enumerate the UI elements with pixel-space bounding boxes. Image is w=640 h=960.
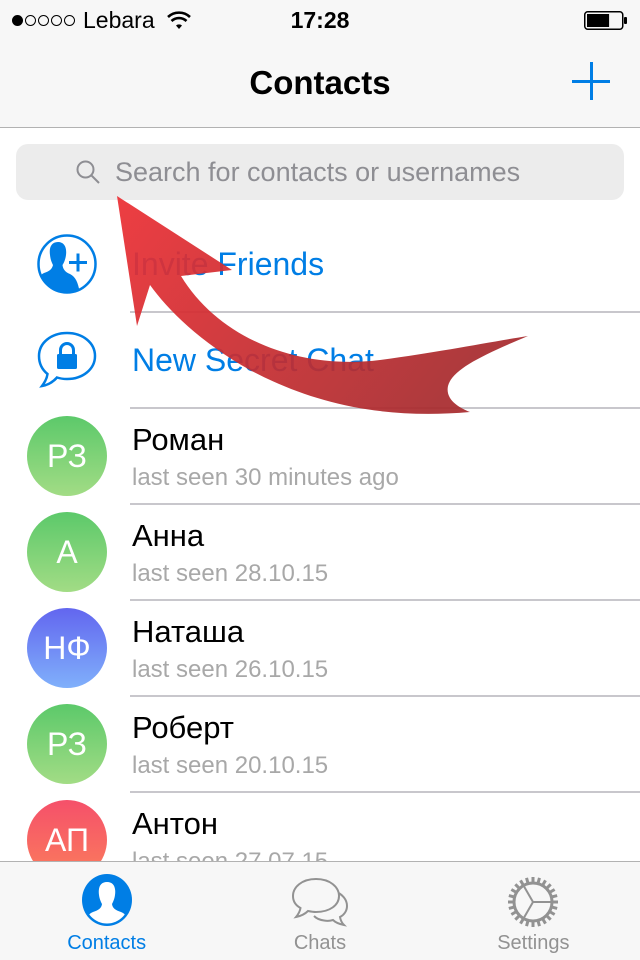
avatar-initials: АП: [45, 821, 89, 858]
gear-tooth: [508, 905, 516, 910]
navigation-bar: Contacts: [0, 40, 640, 128]
contact-row[interactable]: РЗ Роман last seen 30 minutes ago: [0, 408, 640, 504]
contact-row[interactable]: РЗ Роберт last seen 20.10.15: [0, 696, 640, 792]
avatar: РЗ: [27, 416, 107, 496]
gear-tooth: [541, 879, 548, 887]
gear-tooth: [525, 877, 530, 885]
gear-tooth: [510, 910, 518, 916]
tab-chats[interactable]: Chats: [213, 862, 426, 960]
avatar-initials: НФ: [43, 629, 91, 666]
avatar-initials: РЗ: [47, 437, 87, 474]
gear-tooth: [536, 919, 542, 927]
gear-tooth: [551, 894, 558, 899]
last-seen-status: last seen 26.10.15: [132, 656, 329, 683]
contacts-icon: [81, 874, 132, 926]
search-input[interactable]: [115, 156, 565, 188]
gear-tooth: [545, 883, 553, 890]
gear-tooth: [549, 888, 556, 894]
tab-label: Contacts: [67, 932, 147, 954]
last-seen-status: last seen 30 minutes ago: [132, 464, 399, 491]
gear-tooth: [519, 917, 526, 925]
tab-contacts[interactable]: Contacts: [0, 862, 213, 960]
avatar: РЗ: [27, 704, 107, 784]
avatar-initials: РЗ: [47, 725, 87, 762]
new-secret-chat-label: New Secret Chat: [132, 342, 374, 378]
gear-tooth: [514, 914, 521, 921]
search-bar[interactable]: [16, 144, 624, 200]
tab-label: Chats: [293, 932, 347, 954]
gear-tooth: [525, 919, 530, 927]
chats-icon: [291, 877, 348, 927]
last-seen-status: last seen 28.10.15: [132, 560, 329, 587]
last-seen-status: last seen 20.10.15: [132, 752, 329, 779]
invite-friends-label: Invite Friends: [132, 246, 325, 282]
contact-name: Антон: [132, 806, 219, 841]
gear-tooth: [519, 879, 526, 887]
clock: 17:28: [290, 7, 350, 33]
contact-name: Роман: [132, 422, 225, 457]
invite-friends-icon: [37, 234, 97, 294]
contact-name: Роберт: [132, 710, 234, 745]
page-title: Contacts: [249, 64, 391, 101]
contact-name: Анна: [132, 518, 205, 553]
search-icon: [76, 160, 100, 184]
gear-tooth: [510, 888, 518, 894]
tab-bar: Contacts Chats Settings: [0, 861, 640, 960]
gear-tooth: [514, 883, 521, 890]
new-secret-chat-row[interactable]: New Secret Chat: [0, 312, 640, 408]
avatar: НФ: [27, 608, 107, 688]
contact-row[interactable]: НФ Наташа last seen 26.10.15: [0, 600, 640, 696]
secret-chat-lock-icon: [37, 331, 97, 388]
status-bar: Lebara 17:28: [0, 0, 640, 40]
gear-tooth: [549, 910, 556, 916]
gear-tooth: [541, 917, 548, 925]
gear-tooth: [551, 905, 558, 910]
avatar-initials: А: [56, 533, 78, 570]
contact-row[interactable]: А Анна last seen 28.10.15: [0, 504, 640, 600]
invite-friends-row[interactable]: Invite Friends: [0, 216, 640, 312]
tab-settings[interactable]: Settings: [427, 862, 640, 960]
avatar: А: [27, 512, 107, 592]
tab-label: Settings: [497, 932, 570, 954]
gear-tooth: [508, 894, 516, 899]
gear-tooth: [536, 877, 542, 885]
gear-tooth: [545, 914, 553, 921]
add-contact-button[interactable]: [572, 62, 610, 100]
contact-name: Наташа: [132, 614, 245, 649]
battery-icon: [584, 11, 627, 30]
settings-gear-icon: [508, 877, 559, 927]
